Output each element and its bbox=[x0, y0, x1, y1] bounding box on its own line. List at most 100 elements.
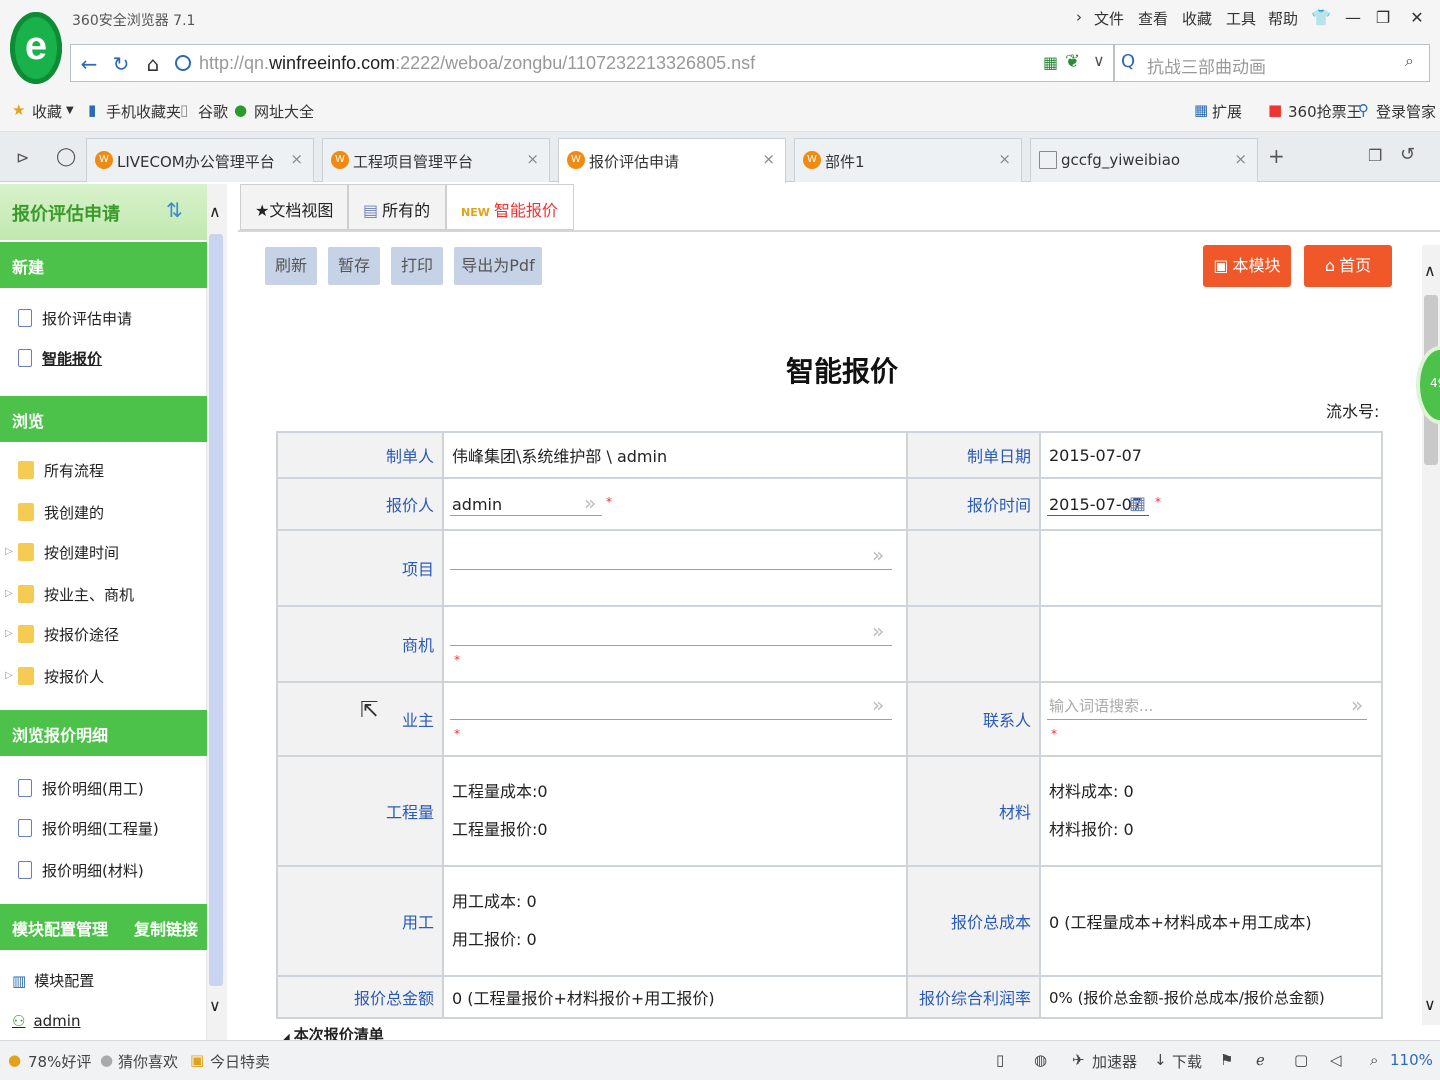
chevron-right-icon[interactable]: › bbox=[1076, 8, 1082, 26]
bookmark-google[interactable]: 谷歌 bbox=[198, 101, 228, 122]
mobile-icon[interactable]: ▯ bbox=[996, 1051, 1004, 1069]
menu-view[interactable]: 查看 bbox=[1138, 8, 1168, 29]
expand-icon[interactable]: ▷ bbox=[5, 546, 13, 557]
sidebar-item-admin[interactable]: ⚇ admin bbox=[12, 1012, 80, 1030]
scroll-up-icon[interactable]: ∧ bbox=[1424, 261, 1436, 280]
sidebar-item-quote-apply[interactable]: 报价评估申请 bbox=[18, 308, 132, 329]
window-icon[interactable]: ▢ bbox=[1294, 1051, 1308, 1069]
search-engine-icon[interactable]: Q bbox=[1121, 51, 1135, 72]
search-text[interactable]: 抗战三部曲动画 bbox=[1147, 53, 1266, 78]
print-button[interactable]: 打印 bbox=[391, 247, 443, 285]
sale-link[interactable]: 今日特卖 bbox=[210, 1051, 270, 1072]
tab-livecom[interactable]: W LIVECOM办公管理平台 × bbox=[86, 138, 314, 182]
menu-help[interactable]: 帮助 bbox=[1268, 8, 1298, 29]
picker-icon[interactable]: » bbox=[584, 491, 596, 515]
sidebar-item-by-time[interactable]: 按创建时间 bbox=[18, 542, 119, 563]
shirt-icon[interactable]: 👕 bbox=[1308, 5, 1334, 31]
sidebar-toggle-icon[interactable]: ⊳ bbox=[16, 148, 29, 167]
scroll-down-icon[interactable]: ∨ bbox=[209, 996, 221, 1015]
picker-icon[interactable]: » bbox=[1351, 693, 1363, 717]
sidebar-item-module-config[interactable]: ▥ 模块配置 bbox=[12, 970, 94, 991]
calendar-icon[interactable]: ▦ bbox=[1129, 493, 1146, 514]
tab-project[interactable]: W 工程项目管理平台 × bbox=[322, 138, 550, 182]
tab-list-icon[interactable]: ❐ bbox=[1368, 146, 1382, 165]
picker-icon[interactable]: » bbox=[872, 543, 884, 567]
sidebar-item-detail-material[interactable]: 报价明细(材料) bbox=[18, 860, 144, 881]
owner-input[interactable] bbox=[450, 719, 892, 720]
scroll-down-icon[interactable]: ∨ bbox=[1424, 995, 1436, 1014]
refresh-icon[interactable]: ↻ bbox=[107, 52, 135, 76]
export-pdf-button[interactable]: 导出为Pdf bbox=[454, 247, 542, 285]
expand-icon[interactable]: ▷ bbox=[5, 628, 13, 639]
restore-tab-icon[interactable]: ◯ bbox=[56, 146, 76, 167]
security-icon[interactable]: ◍ bbox=[1034, 1051, 1047, 1069]
opportunity-input[interactable] bbox=[450, 645, 892, 646]
bookmark-extension[interactable]: 扩展 bbox=[1212, 101, 1242, 122]
sidebar-item-by-owner[interactable]: 按业主、商机 bbox=[18, 584, 134, 605]
sidebar-item-detail-labor[interactable]: 报价明细(用工) bbox=[18, 778, 144, 799]
save-draft-button[interactable]: 暂存 bbox=[328, 247, 380, 285]
flag-icon[interactable]: ⚑ bbox=[1220, 1051, 1233, 1069]
address-bar[interactable]: ← ↻ ⌂ http://qn.winfreeinfo.com:2222/web… bbox=[70, 44, 1114, 82]
sidebar-item-by-channel[interactable]: 按报价途径 bbox=[18, 624, 119, 645]
sidebar-item-detail-workload[interactable]: 报价明细(工程量) bbox=[18, 818, 159, 839]
speaker-icon[interactable]: ◁ bbox=[1330, 1051, 1342, 1069]
scroll-up-icon[interactable]: ∧ bbox=[209, 202, 221, 221]
ie-icon[interactable]: ℯ bbox=[1256, 1051, 1265, 1069]
tab-all[interactable]: ▤ 所有的 bbox=[348, 184, 446, 230]
rating-link[interactable]: 78%好评 bbox=[28, 1051, 91, 1072]
tab-document-view[interactable]: ★文档视图 bbox=[240, 184, 348, 230]
bookmark-mobile[interactable]: 手机收藏夹 bbox=[106, 101, 181, 122]
sidebar-scroll-thumb[interactable] bbox=[209, 234, 223, 986]
zoom-level[interactable]: 110% bbox=[1390, 1051, 1433, 1069]
sidebar-item-mine[interactable]: 我创建的 bbox=[18, 502, 104, 523]
close-button[interactable]: ✕ bbox=[1404, 5, 1430, 31]
copy-link-button[interactable]: 复制链接 bbox=[134, 916, 198, 940]
menu-file[interactable]: 文件 bbox=[1094, 8, 1124, 29]
sidebar-item-smart-quote[interactable]: 智能报价 bbox=[18, 348, 102, 369]
chevron-down-icon[interactable]: ▼ bbox=[66, 105, 74, 116]
close-icon[interactable]: × bbox=[526, 150, 539, 168]
home-button[interactable]: ⌂ 首页 bbox=[1304, 245, 1392, 287]
back-icon[interactable]: ← bbox=[75, 52, 103, 76]
sidebar-item-all[interactable]: 所有流程 bbox=[18, 460, 104, 481]
expand-icon[interactable]: ▷ bbox=[5, 670, 13, 681]
menu-favorites[interactable]: 收藏 bbox=[1182, 8, 1212, 29]
bookmark-ticket[interactable]: 360抢票王 bbox=[1288, 101, 1362, 122]
sync-icon[interactable]: ⇅ bbox=[166, 198, 183, 222]
minimize-button[interactable]: — bbox=[1340, 5, 1366, 31]
search-box[interactable]: Q 抗战三部曲动画 ⌕ bbox=[1114, 44, 1430, 82]
project-input[interactable] bbox=[450, 569, 892, 570]
search-icon[interactable]: ⌕ bbox=[1405, 51, 1414, 71]
undo-icon[interactable]: ↺ bbox=[1400, 144, 1415, 165]
tab-part[interactable]: W 部件1 × bbox=[794, 138, 1022, 182]
home-icon[interactable]: ⌂ bbox=[139, 52, 167, 76]
qr-icon[interactable]: ▦ bbox=[1043, 53, 1058, 72]
contact-input[interactable]: 输入词语搜索... bbox=[1049, 695, 1153, 716]
picker-icon[interactable]: » bbox=[872, 619, 884, 643]
accelerator-button[interactable]: 加速器 bbox=[1092, 1051, 1137, 1072]
close-icon[interactable]: × bbox=[290, 150, 303, 168]
sidebar-item-by-quoter[interactable]: 按报价人 bbox=[18, 666, 104, 687]
close-icon[interactable]: × bbox=[762, 150, 775, 168]
close-icon[interactable]: × bbox=[998, 150, 1011, 168]
expand-icon[interactable]: ▷ bbox=[5, 588, 13, 599]
bookmark-login[interactable]: 登录管家 bbox=[1376, 101, 1436, 122]
url-text[interactable]: http://qn.winfreeinfo.com:2222/weboa/zon… bbox=[199, 53, 755, 74]
bookmark-favorites[interactable]: 收藏 bbox=[32, 101, 62, 122]
close-icon[interactable]: × bbox=[1234, 150, 1247, 168]
new-tab-icon[interactable]: + bbox=[1268, 144, 1285, 168]
guess-link[interactable]: 猜你喜欢 bbox=[118, 1051, 178, 1072]
maximize-button[interactable]: ❐ bbox=[1370, 5, 1396, 31]
quoter-input[interactable]: admin bbox=[452, 495, 502, 514]
dropdown-icon[interactable]: ∨ bbox=[1093, 51, 1105, 70]
tab-gccfg[interactable]: gccfg_yiweibiao × bbox=[1030, 138, 1258, 182]
picker-icon[interactable]: » bbox=[872, 693, 884, 717]
download-button[interactable]: 下载 bbox=[1172, 1051, 1202, 1072]
leaf-icon[interactable]: ❦ bbox=[1065, 51, 1080, 72]
refresh-button[interactable]: 刷新 bbox=[265, 247, 317, 285]
module-button[interactable]: ▣ 本模块 bbox=[1203, 245, 1291, 287]
tab-smart-quote[interactable]: NEW 智能报价 bbox=[446, 184, 574, 230]
menu-tools[interactable]: 工具 bbox=[1226, 8, 1256, 29]
bookmark-sites[interactable]: 网址大全 bbox=[254, 101, 314, 122]
